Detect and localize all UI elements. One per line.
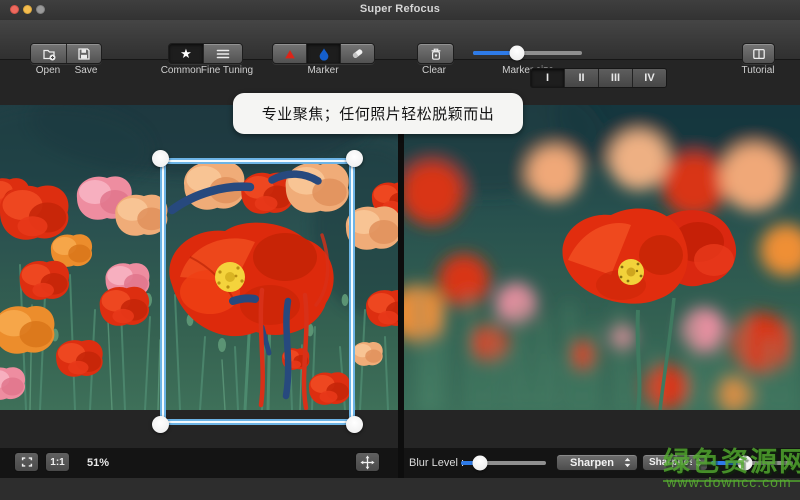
selection-handle-top-left[interactable] xyxy=(152,150,169,167)
clear-button[interactable] xyxy=(417,43,454,64)
sharpness-slider[interactable] xyxy=(711,455,793,471)
trash-icon xyxy=(431,48,440,60)
window-title: Super Refocus xyxy=(359,3,441,15)
refocus-level-group: I II III IV xyxy=(530,68,667,88)
title-bar: Super Refocus xyxy=(0,0,800,21)
focus-selection-rectangle[interactable] xyxy=(152,150,363,433)
poppy-field-refocused-image xyxy=(404,105,800,410)
pan-tool-button[interactable] xyxy=(355,452,380,472)
blur-level-slider-knob[interactable] xyxy=(472,455,488,471)
selection-handle-bottom-right[interactable] xyxy=(346,416,363,433)
toolbar: Open Save ★ Common Fine Tuning Marker Cl… xyxy=(0,20,800,76)
fine-tuning-label: Fine Tuning xyxy=(200,65,254,76)
effect-mode-dropdown[interactable]: Sharpen xyxy=(556,454,638,471)
selection-handle-top-right[interactable] xyxy=(346,150,363,167)
left-status-bar: 1:1 51% xyxy=(0,448,398,478)
tutorial-button[interactable] xyxy=(742,43,775,64)
adjustment-dropdown[interactable]: Sharpness xyxy=(642,454,708,471)
save-icon xyxy=(78,47,90,60)
selection-handle-bottom-left[interactable] xyxy=(152,416,169,433)
window-bottom-strip xyxy=(0,478,800,500)
marker-size-slider-knob[interactable] xyxy=(509,45,525,61)
red-triangle-marker-icon xyxy=(284,49,295,58)
common-mode-button[interactable]: ★ xyxy=(169,44,203,63)
adjustment-value: Sharpness xyxy=(649,457,692,468)
save-label: Save xyxy=(74,65,98,76)
open-label: Open xyxy=(35,65,61,76)
blur-level-label: Blur Level : xyxy=(409,457,465,469)
eraser-button[interactable] xyxy=(340,44,374,63)
zoom-percentage: 51% xyxy=(87,457,110,469)
blue-droplet-marker-icon xyxy=(319,47,328,61)
sharpness-slider-knob[interactable] xyxy=(737,455,753,471)
mode-button-group: ★ xyxy=(168,43,243,64)
dropdown-chevrons-icon xyxy=(624,457,631,468)
blur-level-slider[interactable] xyxy=(461,455,546,471)
open-file-icon xyxy=(42,49,55,60)
level-1-button[interactable]: I xyxy=(531,69,564,87)
right-status-bar: Blur Level : Sharpen Sharpness xyxy=(404,448,800,478)
common-label: Common xyxy=(160,65,202,76)
file-button-group xyxy=(30,43,102,64)
red-marker-button[interactable] xyxy=(273,44,306,63)
tutorial-label: Tutorial xyxy=(741,65,775,76)
marker-size-slider[interactable] xyxy=(473,45,582,61)
eraser-icon xyxy=(352,49,363,58)
dropdown-chevrons-icon xyxy=(695,457,702,468)
level-4-button[interactable]: IV xyxy=(632,69,666,87)
result-photo-canvas[interactable] xyxy=(404,105,800,410)
fine-tuning-mode-button[interactable] xyxy=(203,44,242,63)
open-button[interactable] xyxy=(31,44,66,63)
book-icon xyxy=(752,48,765,59)
star-icon: ★ xyxy=(180,46,192,61)
blue-marker-button[interactable] xyxy=(306,44,340,63)
marker-tool-group xyxy=(272,43,375,64)
fit-screen-icon xyxy=(21,457,32,467)
hint-tooltip: 专业聚焦；任何照片轻松脱颖而出 xyxy=(233,93,523,134)
panel-divider xyxy=(398,105,404,478)
marker-label: Marker xyxy=(307,65,339,76)
save-button[interactable] xyxy=(66,44,101,63)
level-2-button[interactable]: II xyxy=(564,69,598,87)
effect-mode-value: Sharpen xyxy=(569,456,614,469)
fine-tuning-icon xyxy=(216,49,230,58)
app-window: { "window": { "title": "Super Refocus" }… xyxy=(0,0,800,500)
move-arrows-icon xyxy=(360,454,375,470)
fit-to-screen-button[interactable] xyxy=(14,452,39,472)
level-3-button[interactable]: III xyxy=(598,69,632,87)
actual-size-button[interactable]: 1:1 xyxy=(45,452,70,472)
clear-label: Clear xyxy=(422,65,446,76)
